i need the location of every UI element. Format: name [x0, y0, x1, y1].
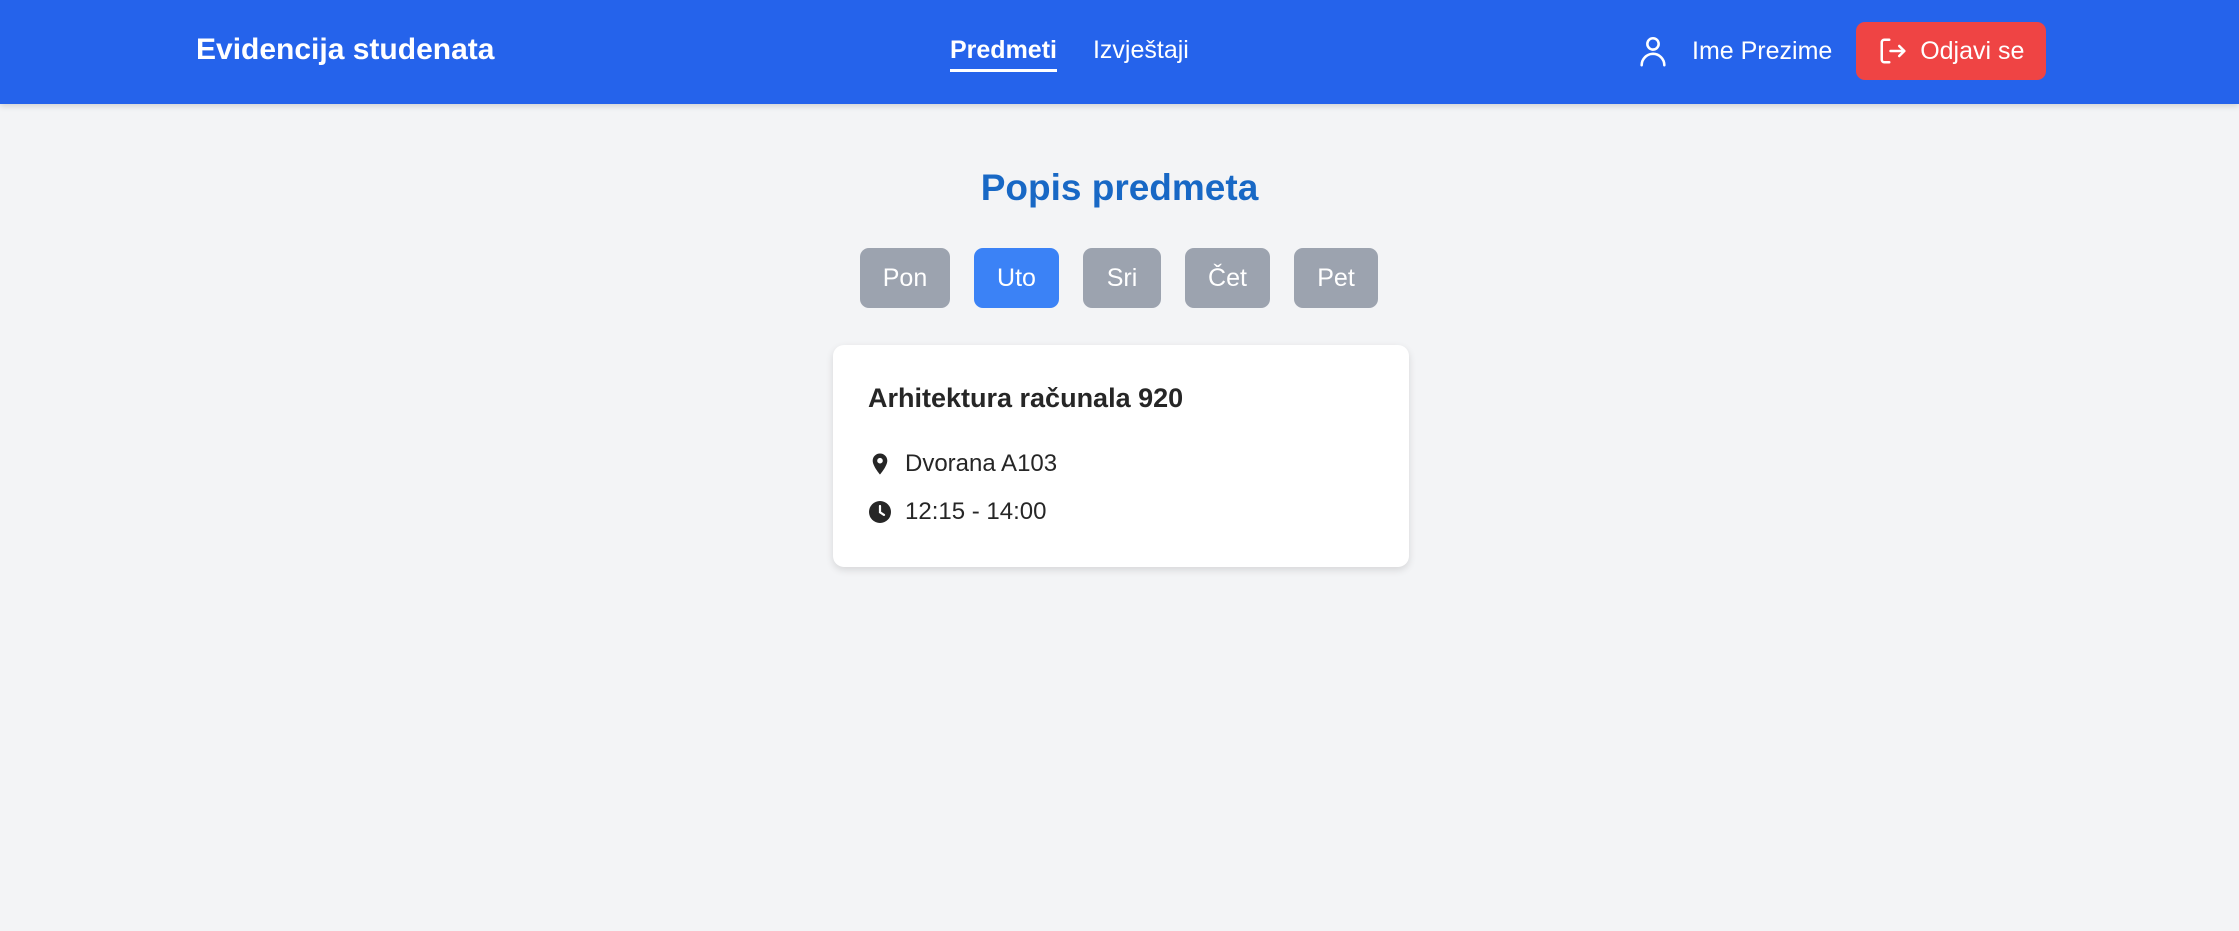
- day-button-uto[interactable]: Uto: [974, 248, 1059, 308]
- nav-link-izvjestaji[interactable]: Izvještaji: [1093, 30, 1189, 70]
- day-selector: Pon Uto Sri Čet Pet: [860, 248, 1378, 308]
- location-pin-icon: [868, 452, 892, 476]
- user-name: Ime Prezime: [1692, 36, 1833, 65]
- main-nav: Predmeti Izvještaji: [950, 30, 1189, 72]
- day-button-pet[interactable]: Pet: [1294, 248, 1378, 308]
- course-location: Dvorana A103: [905, 450, 1058, 477]
- user-icon: [1636, 34, 1670, 68]
- logout-icon: [1878, 36, 1908, 66]
- course-time: 12:15 - 14:00: [905, 498, 1047, 525]
- course-location-row: Dvorana A103: [868, 450, 1057, 478]
- logout-button[interactable]: Odjavi se: [1856, 22, 2047, 80]
- top-navbar: Evidencija studenata Predmeti Izvještaji…: [0, 0, 2239, 104]
- course-time-row: 12:15 - 14:00: [868, 498, 1046, 526]
- course-name: Arhitektura računala 920: [868, 383, 1184, 413]
- clock-icon: [868, 500, 892, 524]
- logout-label: Odjavi se: [1920, 36, 2025, 65]
- day-button-pon[interactable]: Pon: [860, 248, 950, 308]
- app-brand[interactable]: Evidencija studenata: [196, 30, 494, 70]
- course-card[interactable]: Arhitektura računala 920 Dvorana A103 12…: [833, 345, 1409, 567]
- nav-link-predmeti[interactable]: Predmeti: [950, 30, 1057, 72]
- day-button-cet[interactable]: Čet: [1185, 248, 1270, 308]
- user-area: Ime Prezime Odjavi se: [1636, 22, 2047, 80]
- page-title: Popis predmeta: [980, 167, 1259, 208]
- day-button-sri[interactable]: Sri: [1083, 248, 1161, 308]
